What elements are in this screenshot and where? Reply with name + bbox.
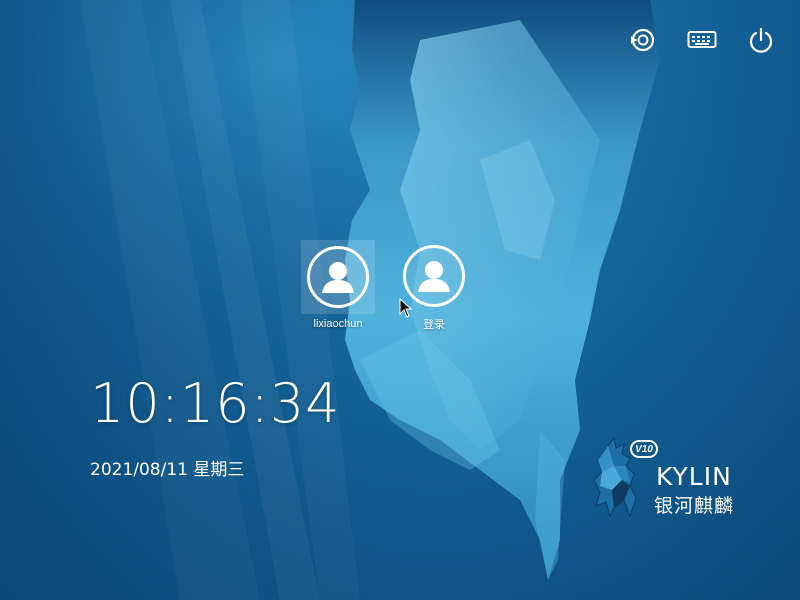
kylin-logo: V10 KYLIN 银河麒麟 <box>590 436 750 520</box>
switch-session-icon <box>631 28 655 52</box>
virtual-keyboard-button[interactable] <box>686 24 718 56</box>
clock-date: 2021/08/11 星期三 <box>90 460 245 480</box>
user-silhouette-icon <box>418 261 450 292</box>
user-name-label: lixiaochun <box>313 318 363 330</box>
user-card-lixiaochun[interactable]: lixiaochun <box>300 240 376 332</box>
avatar-highlight <box>301 240 375 314</box>
brand-name-cn: 银河麒麟 <box>654 495 735 517</box>
brand-name: KYLIN <box>656 462 732 491</box>
keyboard-icon <box>687 31 717 48</box>
power-button[interactable] <box>745 24 777 56</box>
brand-version-badge: V10 <box>630 440 658 458</box>
mouse-cursor-icon <box>399 298 413 318</box>
user-silhouette-icon <box>322 262 354 293</box>
user-card-login[interactable]: 登录 <box>396 240 472 332</box>
clock-time: 10:16:34 <box>90 372 341 435</box>
avatar <box>307 246 369 308</box>
user-name-label: 登录 <box>423 319 445 331</box>
switch-session-button[interactable] <box>626 24 658 56</box>
power-icon <box>749 27 773 53</box>
